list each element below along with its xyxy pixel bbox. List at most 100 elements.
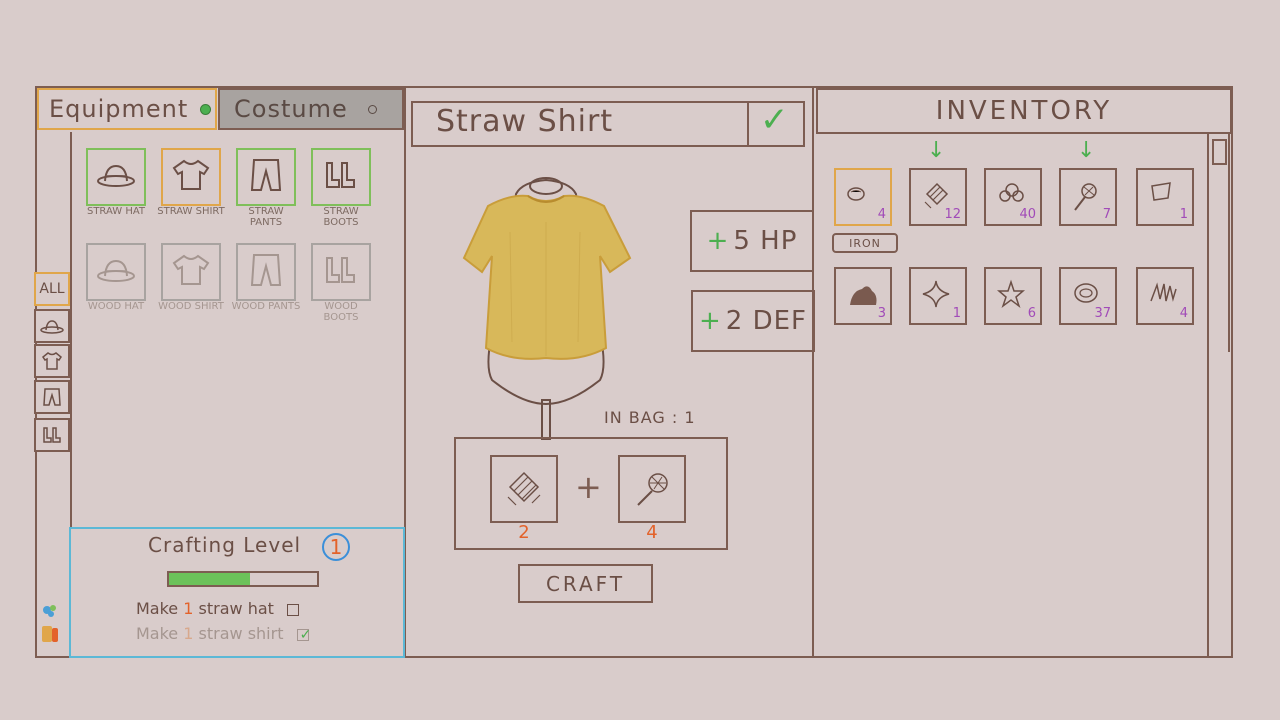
inventory-slot[interactable]: 1	[1136, 168, 1194, 226]
crafting-level-title: Crafting Level	[148, 533, 302, 557]
recipe-ingredient-cotton[interactable]	[618, 455, 686, 523]
item-count: 4	[877, 207, 886, 222]
equipment-slot-label: WOOD SHIRT	[158, 301, 224, 312]
equipped-check-icon[interactable]: ✓	[760, 100, 789, 140]
filter-divider	[70, 132, 72, 528]
filter-hat-button[interactable]	[34, 309, 70, 343]
shirt-icon	[41, 352, 63, 370]
checkmark-icon: ✓	[299, 627, 312, 643]
inventory-slot[interactable]: 7	[1059, 168, 1117, 226]
filter-all-button[interactable]: ALL	[34, 272, 70, 306]
item-count: 1	[952, 306, 961, 321]
shirt-icon	[171, 158, 211, 196]
quest-count: 1	[183, 624, 194, 643]
scrollbar-thumb[interactable]	[1212, 139, 1227, 165]
hat-icon	[96, 162, 136, 192]
inventory-slot[interactable]: 37	[1059, 267, 1117, 325]
item-count: 6	[1027, 306, 1036, 321]
boots-icon	[323, 160, 359, 194]
equipment-slot-label: STRAW BOOTS	[323, 206, 359, 228]
bottom-tools	[38, 600, 62, 650]
inventory-slot[interactable]: 4	[1136, 267, 1194, 325]
active-dot-icon	[200, 103, 212, 115]
tab-costume[interactable]: Costume	[218, 88, 404, 130]
quest-straw-hat: Make 1 straw hat	[136, 599, 300, 618]
pants-icon	[249, 157, 283, 197]
plus-icon: +	[706, 226, 730, 256]
mannequin-shirt-preview	[462, 177, 632, 440]
equipment-slot-wood-hat[interactable]	[86, 243, 146, 301]
filter-pants-button[interactable]	[34, 380, 70, 414]
item-count: 12	[944, 207, 961, 222]
quest-count: 1	[183, 599, 194, 618]
filter-boots-button[interactable]	[34, 418, 70, 452]
equipment-slot-straw-pants[interactable]	[236, 148, 296, 206]
quest-text: straw hat	[198, 599, 274, 618]
pants-icon	[43, 388, 61, 406]
inventory-slot[interactable]: 1	[909, 267, 967, 325]
equipment-slot-straw-hat[interactable]	[86, 148, 146, 206]
equipment-slot-wood-shirt[interactable]	[161, 243, 221, 301]
recipe-count-cotton: 4	[646, 522, 658, 543]
item-count: 37	[1094, 306, 1111, 321]
boots-icon	[43, 427, 61, 443]
inventory-slot[interactable]: 40	[984, 168, 1042, 226]
filter-all-label: ALL	[39, 281, 65, 297]
quest-straw-shirt: Make 1 straw shirt ✓	[136, 624, 311, 643]
gem-icon	[42, 605, 58, 642]
item-count: 4	[1179, 306, 1188, 321]
inventory-slot[interactable]: 6	[984, 267, 1042, 325]
stat-hp-bonus: + 5 HP	[690, 210, 814, 272]
equipment-slot-straw-shirt[interactable]	[161, 148, 221, 206]
equipment-slot-straw-boots[interactable]	[311, 148, 371, 206]
title-divider	[747, 101, 749, 147]
equipment-slot-label: WOOD BOOTS	[323, 301, 359, 323]
item-tooltip: IRON	[832, 233, 898, 253]
scrollbar-track[interactable]	[1207, 134, 1209, 656]
quest-text: Make	[136, 599, 179, 618]
boots-icon	[323, 255, 359, 289]
inventory-slot[interactable]: 4	[834, 168, 892, 226]
inventory-slot[interactable]: 12	[909, 168, 967, 226]
quest-text: straw shirt	[198, 624, 284, 643]
item-title: Straw Shirt	[436, 104, 614, 139]
crafting-level-badge: 1	[322, 533, 350, 561]
filter-shirt-button[interactable]	[34, 344, 70, 378]
required-arrow-icon: ↓	[927, 138, 946, 163]
hat-icon	[40, 320, 64, 334]
item-count: 3	[877, 306, 886, 321]
craft-button[interactable]: CRAFT	[518, 564, 653, 603]
inventory-slot[interactable]: 3	[834, 267, 892, 325]
equipment-slot-label: WOOD HAT	[87, 301, 145, 312]
equipment-slot-wood-boots[interactable]	[311, 243, 371, 301]
equipment-slot-label: WOOD PANTS	[231, 301, 301, 312]
inactive-dot-icon	[367, 104, 377, 114]
tab-equipment[interactable]: Equipment	[37, 88, 217, 130]
equipment-slot-wood-pants[interactable]	[236, 243, 296, 301]
required-arrow-icon: ↓	[1077, 138, 1096, 163]
tab-costume-label: Costume	[234, 95, 348, 123]
equipment-slot-label: STRAW HAT	[86, 206, 146, 217]
tab-equipment-label: Equipment	[49, 95, 189, 123]
shirt-icon	[171, 253, 211, 291]
quest-checkbox	[287, 603, 300, 616]
recipe-ingredient-straw[interactable]	[490, 455, 558, 523]
cotton-icon	[637, 473, 668, 506]
equipment-slot-label: STRAW SHIRT	[157, 206, 225, 217]
stat-def-text: 2 DEF	[725, 306, 807, 336]
item-count: 1	[1179, 207, 1188, 222]
item-count: 40	[1019, 207, 1036, 222]
straw-bundle-icon	[507, 471, 541, 506]
stat-def-bonus: + 2 DEF	[691, 290, 815, 352]
plus-icon: +	[698, 306, 722, 336]
crafting-progress-fill	[169, 573, 250, 585]
quest-text: Make	[136, 624, 179, 643]
inventory-title: INVENTORY	[816, 88, 1232, 134]
pants-icon	[249, 252, 283, 292]
equipment-slot-label: STRAW PANTS	[248, 206, 284, 228]
in-bag-count: IN BAG : 1	[604, 408, 696, 427]
recipe-count-straw: 2	[518, 522, 530, 543]
hat-icon	[96, 257, 136, 287]
scrollbar-edge	[1228, 134, 1230, 352]
stat-hp-text: 5 HP	[733, 226, 798, 256]
